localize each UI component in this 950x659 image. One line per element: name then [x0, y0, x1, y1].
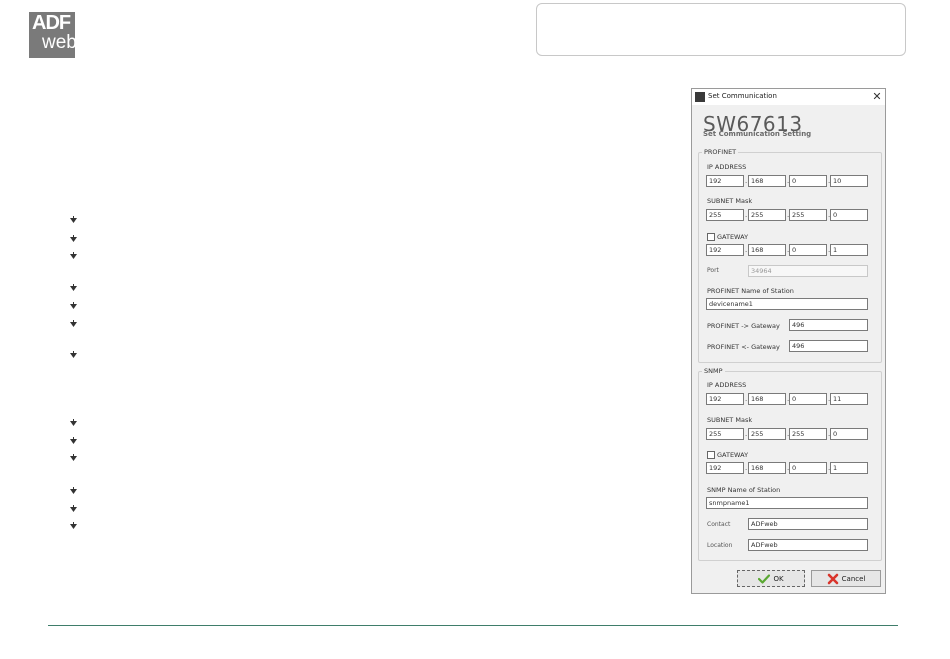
logo-text-bottom: web: [42, 32, 77, 53]
snmp-gateway-octet-1[interactable]: 192: [706, 462, 744, 474]
profinet-to-gateway-field[interactable]: 496: [789, 319, 868, 331]
profinet-subnet-octet-4[interactable]: 0: [830, 209, 868, 221]
bullet-icon: [70, 419, 77, 426]
dialog-title: Set Communication: [708, 92, 777, 100]
profinet-station-name-label: PROFINET Name of Station: [707, 287, 794, 295]
dialog-titlebar[interactable]: Set Communication ✕: [692, 89, 885, 105]
profinet-subnet-label: SUBNET Mask: [707, 197, 753, 205]
bullet-icon: [70, 284, 77, 291]
bullet-icon: [70, 505, 77, 512]
snmp-contact-label: Contact: [707, 521, 731, 528]
snmp-ip-octet-2[interactable]: 168: [748, 393, 786, 405]
profinet-ip-label: IP ADDRESS: [707, 163, 747, 171]
snmp-gateway-checkbox[interactable]: [707, 451, 715, 459]
cancel-button[interactable]: Cancel: [811, 570, 881, 587]
profinet-gateway-octet-4[interactable]: 1: [830, 244, 868, 256]
snmp-gateway-label: GATEWAY: [717, 451, 749, 459]
bullet-icon: [70, 320, 77, 327]
snmp-ip-octet-1[interactable]: 192: [706, 393, 744, 405]
profinet-gateway-label: GATEWAY: [717, 233, 749, 241]
snmp-gateway-octet-4[interactable]: 1: [830, 462, 868, 474]
bullet-icon: [70, 216, 77, 223]
bullet-icon: [70, 235, 77, 242]
dialog-subtitle: Set Communication Setting: [703, 130, 812, 138]
snmp-ip-label: IP ADDRESS: [707, 381, 747, 389]
cancel-button-label: Cancel: [841, 574, 866, 583]
bullet-icon: [70, 252, 77, 259]
snmp-subnet-octet-3[interactable]: 255: [789, 428, 827, 440]
profinet-ip-octet-1[interactable]: 192: [706, 175, 744, 187]
profinet-ip-octet-3[interactable]: 0: [789, 175, 827, 187]
snmp-station-name-label: SNMP Name of Station: [707, 486, 781, 494]
profinet-gateway-octet-3[interactable]: 0: [789, 244, 827, 256]
snmp-subnet-octet-4[interactable]: 0: [830, 428, 868, 440]
snmp-gateway-octet-2[interactable]: 168: [748, 462, 786, 474]
close-icon[interactable]: ✕: [870, 89, 884, 105]
check-icon: [758, 573, 771, 584]
bullet-icon: [70, 302, 77, 309]
profinet-port-field: 34964: [748, 265, 868, 277]
profinet-gateway-octet-2[interactable]: 168: [748, 244, 786, 256]
profinet-gateway-checkbox[interactable]: [707, 233, 715, 241]
app-icon: [695, 92, 705, 102]
snmp-contact-field[interactable]: ADFweb: [748, 518, 868, 530]
bullet-icon: [70, 487, 77, 494]
profinet-subnet-octet-2[interactable]: 255: [748, 209, 786, 221]
snmp-gateway-octet-3[interactable]: 0: [789, 462, 827, 474]
set-communication-dialog: Set Communication ✕ SW67613 Set Communic…: [691, 88, 886, 594]
profinet-station-name-field[interactable]: devicename1: [706, 298, 868, 310]
profinet-subnet-octet-3[interactable]: 255: [789, 209, 827, 221]
profinet-from-gateway-field[interactable]: 496: [789, 340, 868, 352]
profinet-port-label: Port: [707, 267, 719, 274]
snmp-ip-octet-3[interactable]: 0: [789, 393, 827, 405]
ok-button[interactable]: OK: [737, 570, 805, 587]
profinet-to-gateway-label: PROFINET -> Gateway: [707, 322, 780, 330]
ok-button-label: OK: [773, 574, 784, 583]
profinet-ip-octet-2[interactable]: 168: [748, 175, 786, 187]
footer-divider: [48, 625, 898, 626]
bullet-icon: [70, 522, 77, 529]
adfweb-logo: ADF web: [29, 12, 77, 58]
snmp-ip-octet-4[interactable]: 11: [830, 393, 868, 405]
logo-text-top: ADF: [32, 12, 71, 34]
snmp-group-label: SNMP: [702, 367, 725, 375]
snmp-location-field[interactable]: ADFweb: [748, 539, 868, 551]
profinet-gateway-octet-1[interactable]: 192: [706, 244, 744, 256]
bullet-icon: [70, 437, 77, 444]
snmp-station-name-field[interactable]: snmpname1: [706, 497, 868, 509]
snmp-subnet-octet-2[interactable]: 255: [748, 428, 786, 440]
snmp-subnet-label: SUBNET Mask: [707, 416, 753, 424]
bullet-icon: [70, 351, 77, 358]
profinet-subnet-octet-1[interactable]: 255: [706, 209, 744, 221]
profinet-ip-octet-4[interactable]: 10: [830, 175, 868, 187]
cancel-x-icon: [827, 573, 838, 584]
profinet-from-gateway-label: PROFINET <- Gateway: [707, 343, 780, 351]
profinet-group-label: PROFINET: [702, 148, 739, 156]
bullet-icon: [70, 454, 77, 461]
header-box: [536, 3, 906, 56]
snmp-location-label: Location: [707, 542, 733, 549]
snmp-subnet-octet-1[interactable]: 255: [706, 428, 744, 440]
